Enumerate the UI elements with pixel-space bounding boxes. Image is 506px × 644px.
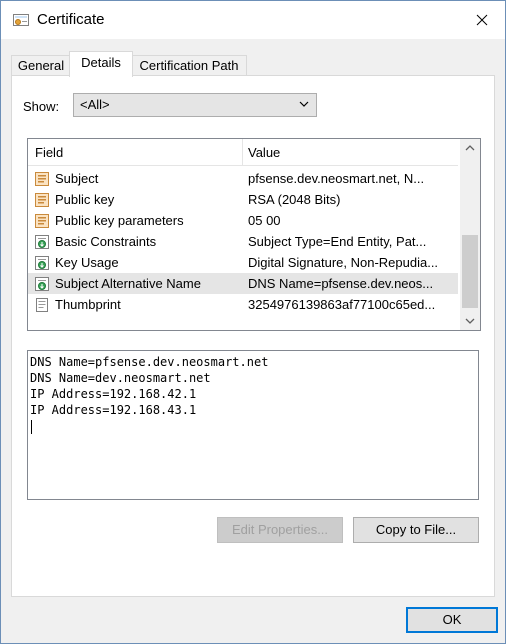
ok-button[interactable]: OK [406, 607, 498, 633]
chevron-down-icon [465, 318, 475, 324]
list-scrollbar[interactable] [460, 139, 480, 330]
cert-field-icon [34, 213, 50, 229]
chevron-down-icon [299, 101, 309, 107]
field-column-header[interactable]: Field [35, 145, 63, 160]
value-column-header[interactable]: Value [248, 145, 280, 160]
row-value: DNS Name=pfsense.dev.neos... [248, 276, 434, 291]
row-value: Digital Signature, Non-Repudia... [248, 255, 439, 270]
list-header: Field Value [28, 139, 458, 166]
row-field: Basic Constraints [55, 234, 157, 249]
scroll-up-button[interactable] [460, 139, 480, 157]
extension-icon [34, 255, 50, 271]
chevron-up-icon [465, 145, 475, 151]
close-button[interactable] [459, 1, 505, 39]
tab-general[interactable]: General [11, 55, 71, 76]
list-row[interactable]: Thumbprint 3254976139863af77100c65ed... [28, 294, 458, 315]
tab-details[interactable]: Details [69, 51, 133, 77]
certificate-icon [13, 14, 29, 26]
row-field: Public key [55, 192, 115, 207]
detail-line: IP Address=192.168.42.1 [30, 387, 197, 401]
column-divider[interactable] [242, 139, 243, 165]
field-list[interactable]: Field Value Subject pfsense.dev.neosmart.… [27, 138, 481, 331]
list-row[interactable]: Public key RSA (2048 Bits) [28, 189, 458, 210]
detail-line: DNS Name=dev.neosmart.net [30, 371, 211, 385]
extension-icon [34, 234, 50, 250]
list-row[interactable]: Public key parameters 05 00 [28, 210, 458, 231]
row-field: Subject [55, 171, 99, 186]
close-icon [476, 14, 488, 26]
row-value: Subject Type=End Entity, Pat... [248, 234, 427, 249]
detail-line: DNS Name=pfsense.dev.neosmart.net [30, 355, 269, 369]
title-bar: Certificate [1, 1, 505, 39]
edit-properties-button[interactable]: Edit Properties... [217, 517, 343, 543]
scroll-down-button[interactable] [460, 312, 480, 330]
show-selected-value: <All> [80, 97, 110, 112]
list-row[interactable]: Key Usage Digital Signature, Non-Repudia.… [28, 252, 458, 273]
list-row[interactable]: Basic Constraints Subject Type=End Entity… [28, 231, 458, 252]
extension-icon [34, 276, 50, 292]
text-caret [31, 420, 32, 434]
list-row[interactable]: Subject pfsense.dev.neosmart.net, N... [28, 168, 458, 189]
row-field: Subject Alternative Name [55, 276, 201, 291]
certificate-dialog: Certificate General Details Certificatio… [0, 0, 506, 644]
scroll-thumb[interactable] [462, 235, 478, 308]
show-label: Show: [23, 99, 60, 114]
cert-field-icon [34, 192, 50, 208]
row-value: pfsense.dev.neosmart.net, N... [248, 171, 425, 186]
cert-field-icon [34, 171, 50, 187]
show-dropdown[interactable]: <All> [73, 93, 317, 117]
row-field: Public key parameters [55, 213, 184, 228]
row-field: Key Usage [55, 255, 119, 270]
detail-line: IP Address=192.168.43.1 [30, 403, 197, 417]
row-value: 05 00 [248, 213, 281, 228]
window-title: Certificate [37, 11, 105, 28]
row-value: RSA (2048 Bits) [248, 192, 341, 207]
document-icon [34, 297, 50, 313]
row-field: Thumbprint [55, 297, 121, 312]
row-value: 3254976139863af77100c65ed... [248, 297, 436, 312]
list-row[interactable]: Subject Alternative Name DNS Name=pfsense… [28, 273, 458, 294]
tab-certification-path[interactable]: Certification Path [131, 55, 247, 76]
field-detail-textbox[interactable]: DNS Name=pfsense.dev.neosmart.net DNS Na… [27, 350, 479, 500]
copy-to-file-button[interactable]: Copy to File... [353, 517, 479, 543]
